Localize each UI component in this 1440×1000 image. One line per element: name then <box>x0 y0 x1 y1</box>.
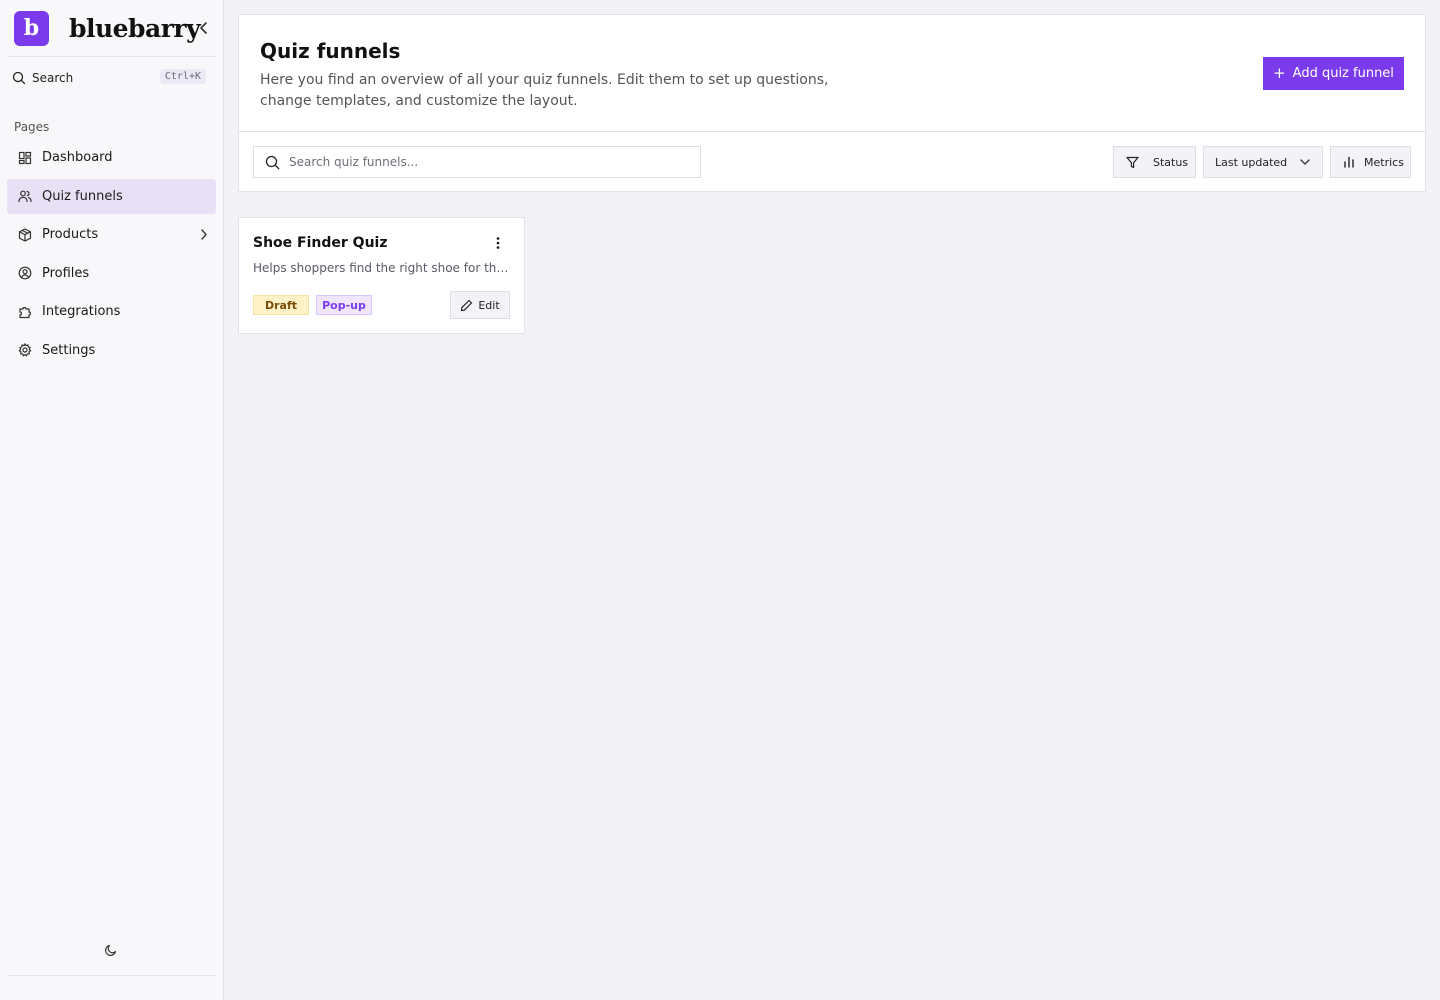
brand-logo: b <box>14 10 49 46</box>
sort-select[interactable]: Last updated <box>1203 146 1323 178</box>
sidebar-search-label: Search <box>32 71 74 85</box>
sidebar-item-settings[interactable]: Settings <box>7 333 216 368</box>
funnel-description: Helps shoppers find the right shoe for t… <box>253 261 511 275</box>
add-quiz-funnel-label: Add quiz funnel <box>1292 66 1394 81</box>
sidebar-item-profiles[interactable]: Profiles <box>7 256 216 291</box>
edit-label: Edit <box>478 298 500 312</box>
sidebar-item-quiz-funnels[interactable]: Quiz funnels <box>7 178 216 214</box>
funnel-title: Shoe Finder Quiz <box>253 235 388 251</box>
filter-icon <box>1126 156 1139 168</box>
metrics-button[interactable]: Metrics <box>1330 146 1411 178</box>
plus-icon: + <box>1273 64 1286 82</box>
sidebar-item-integrations[interactable]: Integrations <box>7 294 216 329</box>
page-title: Quiz funnels <box>260 39 401 63</box>
more-vertical-icon <box>496 237 500 249</box>
page-description: Here you find an overview of all your qu… <box>260 72 829 109</box>
type-badge: Pop-up <box>316 295 372 315</box>
section-label-pages: Pages <box>14 120 50 134</box>
sidebar-item-label: Products <box>42 227 99 242</box>
brand[interactable]: b bluebarry <box>14 10 214 46</box>
metrics-label: Metrics <box>1364 155 1404 169</box>
funnel-search[interactable] <box>253 146 701 178</box>
sidebar: b bluebarry Search Ctrl+K Pages Dashboar… <box>0 0 224 1000</box>
theme-toggle-button[interactable] <box>104 942 120 958</box>
package-icon <box>18 227 32 242</box>
funnel-card[interactable]: Shoe Finder Quiz Helps shoppers find the… <box>238 217 525 334</box>
sidebar-item-label: Profiles <box>42 265 90 281</box>
dashboard-icon <box>18 151 32 165</box>
status-badge: Draft <box>253 295 309 315</box>
puzzle-icon <box>18 305 32 319</box>
search-input[interactable] <box>289 155 669 169</box>
user-circle-icon <box>18 266 32 280</box>
header-panel: Quiz funnels Here you find an overview o… <box>238 14 1426 192</box>
brand-name: bluebarry <box>69 13 201 43</box>
gear-icon <box>18 343 32 357</box>
sidebar-item-label: Integrations <box>42 304 121 319</box>
bar-chart-icon <box>1344 156 1354 168</box>
sidebar-nav: Dashboard Quiz funnels Products Profiles <box>7 140 216 371</box>
pencil-icon <box>461 299 473 311</box>
sidebar-item-label: Dashboard <box>42 150 113 165</box>
sidebar-item-label: Quiz funnels <box>42 188 123 204</box>
sidebar-item-products[interactable]: Products <box>7 217 216 252</box>
divider <box>7 56 216 57</box>
users-icon <box>18 189 32 203</box>
divider <box>7 975 216 976</box>
chevron-right-icon <box>201 229 207 240</box>
moon-icon <box>105 944 117 956</box>
card-menu-button[interactable] <box>492 236 504 250</box>
divider <box>239 131 1425 132</box>
search-icon <box>12 71 26 85</box>
edit-button[interactable]: Edit <box>450 291 510 319</box>
sidebar-search[interactable]: Search Ctrl+K <box>12 66 212 90</box>
search-icon <box>265 155 280 169</box>
chevron-down-icon <box>1300 159 1310 165</box>
add-quiz-funnel-button[interactable]: + Add quiz funnel <box>1263 57 1404 90</box>
sidebar-item-dashboard[interactable]: Dashboard <box>7 140 216 175</box>
status-filter-label: Status <box>1153 155 1189 169</box>
collapse-sidebar-button[interactable] <box>196 20 212 36</box>
chevron-left-icon <box>200 22 207 34</box>
sort-select-value: Last updated <box>1215 155 1288 169</box>
search-shortcut: Ctrl+K <box>159 69 206 84</box>
sidebar-item-label: Settings <box>42 342 96 358</box>
status-filter-button[interactable]: Status <box>1113 146 1196 178</box>
